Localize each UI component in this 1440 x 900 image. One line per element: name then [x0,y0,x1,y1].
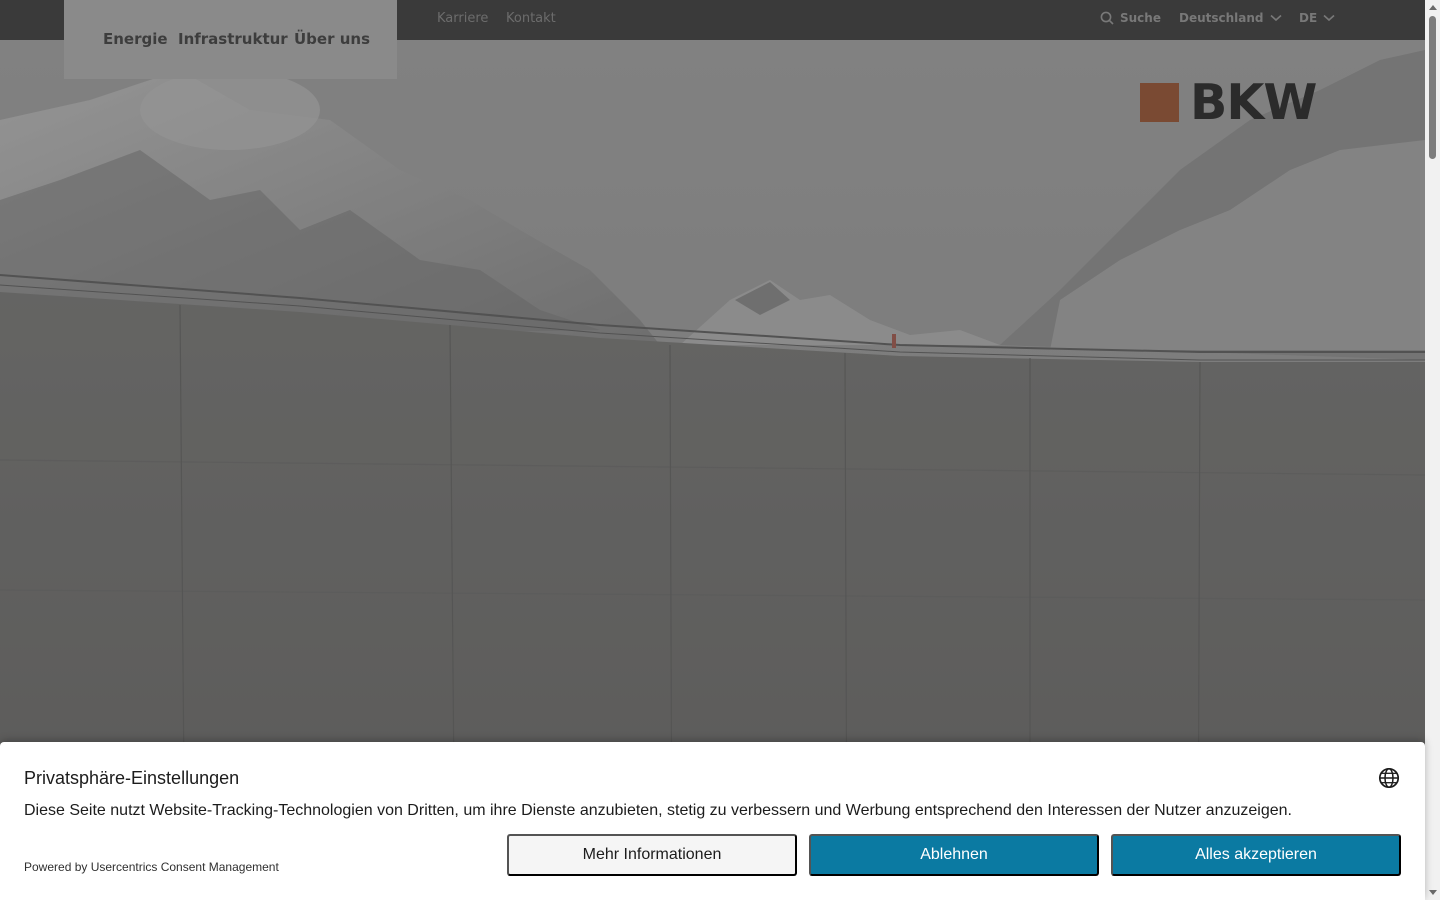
country-label: Deutschland [1179,11,1264,25]
search-icon [1100,11,1114,25]
consent-description: Diese Seite nutzt Website-Tracking-Techn… [24,802,1292,819]
language-selector[interactable]: DE [1299,11,1335,25]
nav-item-infrastruktur[interactable]: Infrastruktur [178,30,288,48]
page-scrollbar[interactable] [1425,0,1440,900]
search-button[interactable]: Suche [1100,11,1161,25]
karriere-link[interactable]: Karriere [437,11,488,26]
consent-title: Privatsphäre-Einstellungen [24,768,240,788]
accept-all-button[interactable]: Alles akzeptieren [1111,834,1401,876]
consent-banner: Privatsphäre-Einstellungen Diese Seite n… [0,742,1425,900]
main-navigation: Energie Infrastruktur Über uns [64,0,397,79]
nav-item-energie[interactable]: Energie [103,30,168,48]
consent-powered-by: Powered by Usercentrics Consent Manageme… [24,860,279,874]
scroll-down-arrow-icon[interactable] [1429,890,1437,895]
more-information-button[interactable]: Mehr Informationen [507,834,797,876]
deny-button[interactable]: Ablehnen [809,834,1099,876]
nav-item-ueber-uns[interactable]: Über uns [294,30,370,48]
logo-square [1140,83,1179,122]
search-label: Suche [1120,11,1161,25]
logo-wordmark: BKW [1190,74,1317,131]
chevron-down-icon [1269,14,1282,22]
scrollbar-thumb[interactable] [1429,16,1436,159]
scroll-up-arrow-icon[interactable] [1429,5,1437,10]
kontakt-link[interactable]: Kontakt [506,11,556,26]
language-label: DE [1299,11,1318,25]
globe-icon[interactable] [1378,767,1400,789]
bkw-logo[interactable]: BKW [1140,78,1322,127]
country-selector[interactable]: Deutschland [1179,11,1282,25]
chevron-down-icon [1323,14,1335,22]
